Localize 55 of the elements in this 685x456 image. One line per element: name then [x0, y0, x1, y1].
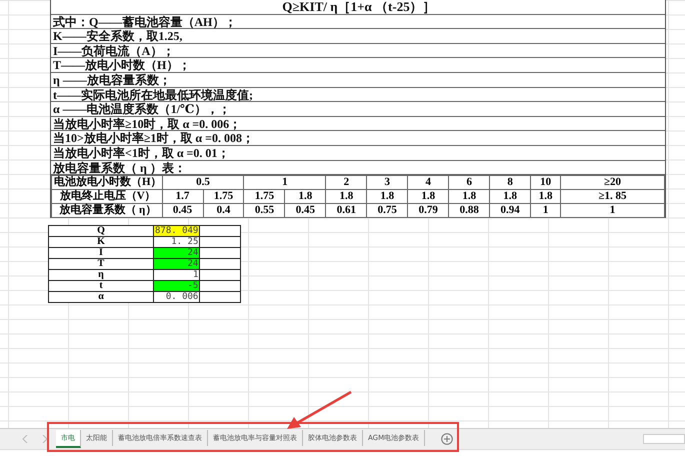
- table-cell: ≥20: [560, 176, 664, 190]
- table-cell: 1.8: [366, 190, 408, 204]
- table-cell: 3: [366, 176, 408, 190]
- note-text: 当放电小时率≥10时，取 α =0. 006；: [51, 116, 665, 132]
- note-text: I——负荷电流（A）；: [51, 44, 665, 58]
- table-cell: 0.5: [162, 176, 244, 190]
- table-cell: 1: [244, 176, 326, 190]
- table-cell: ≥1. 85: [560, 190, 664, 204]
- row-label: 电池放电小时数（H）: [52, 176, 162, 190]
- note-text: K——安全系数，取1.25,: [51, 29, 665, 44]
- table-cell: 2: [326, 176, 367, 190]
- row-label: 放电终止电压（V）: [52, 190, 162, 204]
- table-cell: 1.8: [408, 190, 449, 204]
- table-cell: t: [48, 280, 154, 292]
- table-cell: 0.61: [326, 204, 367, 218]
- table-cell: 1.7: [162, 190, 204, 204]
- table-cell: 0.79: [408, 204, 449, 218]
- table-cell: I: [48, 248, 154, 259]
- table-cell: 6: [448, 176, 490, 190]
- table-cell: 1.8: [530, 190, 560, 204]
- table-cell: K: [48, 236, 154, 248]
- row-label: 放电容量系数（ η）: [52, 204, 162, 218]
- table-cell: 1.8: [284, 190, 326, 204]
- table-cell: 1.75: [203, 190, 244, 204]
- table-cell: 1.8: [448, 190, 490, 204]
- note-text: T——放电小时数（H）；: [51, 58, 665, 73]
- table-cell: Q: [48, 226, 154, 237]
- note-text: α ——电池温度系数（1/℃），；: [51, 102, 665, 117]
- table-cell: 1: [530, 204, 560, 218]
- table-cell: 0.45: [162, 204, 204, 218]
- table-cell: 0. 006: [154, 292, 200, 303]
- table-cell: 1.75: [244, 190, 285, 204]
- table-cell: 0.45: [284, 204, 326, 218]
- note-text: t——实际电池所在地最低环境温度值;: [51, 88, 665, 102]
- table-cell: 0.94: [490, 204, 531, 218]
- table-cell: 878. 049: [154, 226, 200, 237]
- table-cell: 8: [490, 176, 531, 190]
- table-cell: 0.88: [448, 204, 490, 218]
- table-cell: T: [48, 258, 154, 270]
- table-cell: 1: [560, 204, 664, 218]
- table-cell: 0.75: [366, 204, 408, 218]
- note-text: 式中：Q——蓄电池容量（AH）；: [51, 14, 665, 30]
- table-cell: 10: [530, 176, 560, 190]
- note-text: 当放电小时率<1时，取 α =0. 01；: [51, 146, 665, 161]
- table-cell: 4: [408, 176, 449, 190]
- note-text: 放电容量系数（ η ）表：: [51, 160, 665, 176]
- table-cell: α: [48, 292, 154, 303]
- note-text: 当10>放电小时率≥1时，取 α =0. 008；: [51, 131, 665, 146]
- table-cell: 1.8: [490, 190, 531, 204]
- table-cell: 0.4: [203, 204, 244, 218]
- table-cell: 1.8: [326, 190, 367, 204]
- table-cell: 0.55: [244, 204, 285, 218]
- note-text: η ——放电容量系数；: [51, 72, 665, 88]
- formula-text: Q≥KIT/ η［1+α （t-25）］: [51, 0, 665, 15]
- table-cell: η: [48, 270, 154, 281]
